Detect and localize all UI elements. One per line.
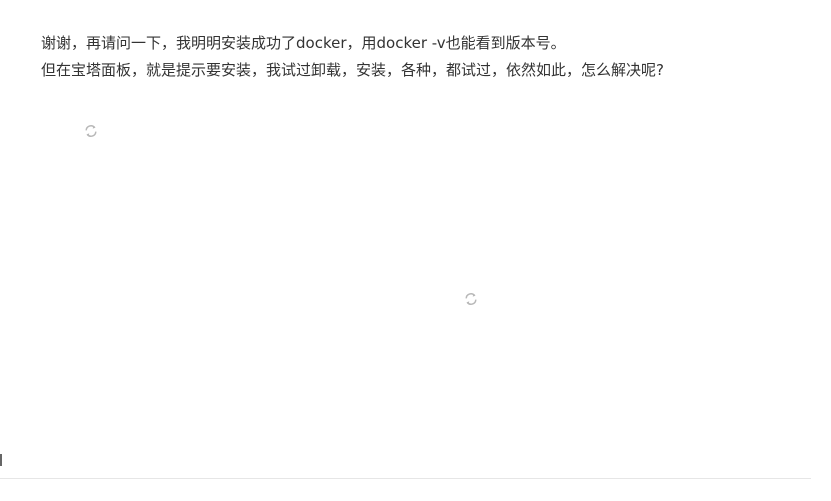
image-placeholder-1[interactable] — [83, 123, 99, 139]
post-content: 谢谢，再请问一下，我明明安装成功了docker，用docker -v也能看到版本… — [41, 30, 801, 84]
post-text-line-1: 谢谢，再请问一下，我明明安装成功了docker，用docker -v也能看到版本… — [41, 34, 566, 52]
left-edge-mark — [0, 454, 2, 466]
image-loading-icon — [85, 125, 97, 137]
image-placeholder-2[interactable] — [463, 291, 479, 307]
post-text-line-2: 但在宝塔面板，就是提示要安装，我试过卸载，安装，各种，都试过，依然如此，怎么解决… — [41, 61, 664, 79]
content-divider — [0, 478, 811, 479]
image-loading-icon — [465, 293, 477, 305]
